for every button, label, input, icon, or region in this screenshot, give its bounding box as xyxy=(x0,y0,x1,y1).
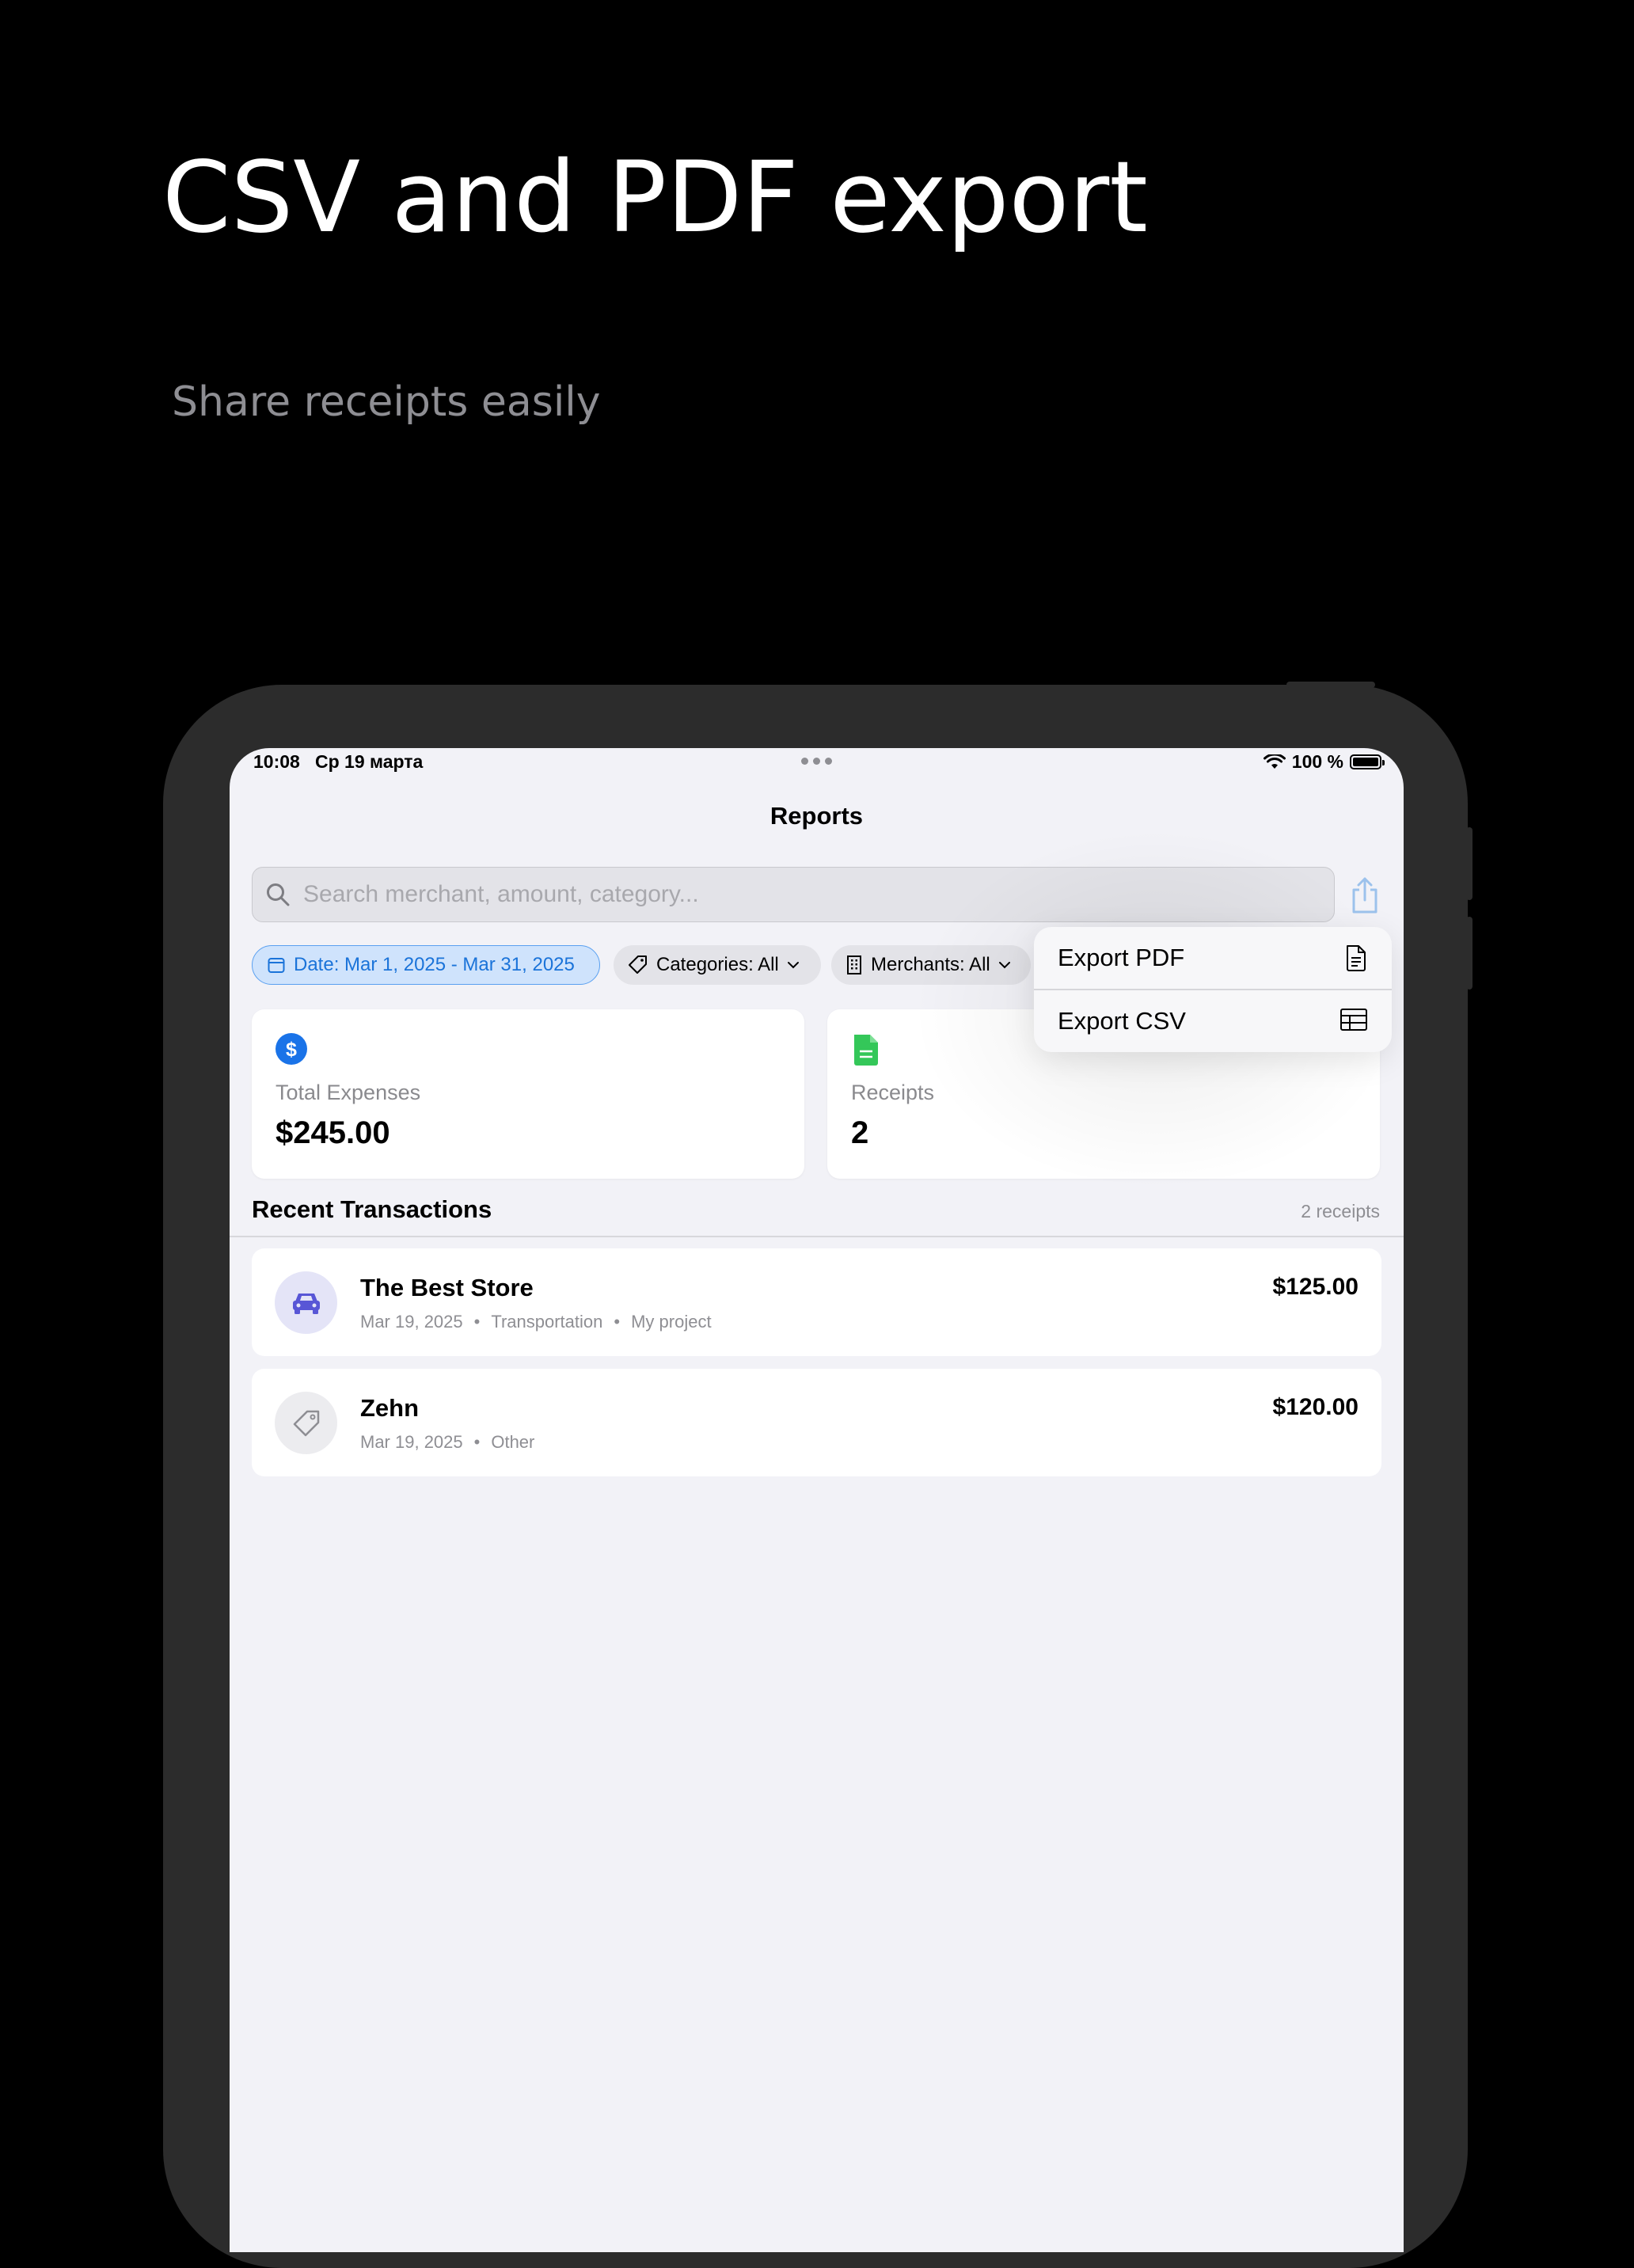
categories-filter-label: Categories: All xyxy=(656,954,779,975)
recent-transactions-title: Recent Transactions xyxy=(252,1195,492,1223)
transaction-merchant: The Best Store xyxy=(360,1274,534,1301)
transaction-avatar xyxy=(275,1392,337,1454)
transaction-row[interactable]: Zehn Mar 19, 2025 • Other $120.00 xyxy=(252,1369,1381,1476)
battery-percent: 100 % xyxy=(1291,751,1343,772)
total-expenses-card: $ Total Expenses $245.00 xyxy=(252,1009,804,1179)
promo-headline: CSV and PDF export xyxy=(162,141,1148,255)
date-filter-label: Date: Mar 1, 2025 - Mar 31, 2025 xyxy=(294,954,575,975)
promo-subline: Share receipts easily xyxy=(172,378,601,426)
export-csv-button[interactable]: Export CSV xyxy=(1034,990,1392,1052)
table-icon xyxy=(1340,1009,1367,1031)
search-bar[interactable] xyxy=(252,867,1335,922)
export-pdf-button[interactable]: Export PDF xyxy=(1034,927,1392,989)
multitasking-dots-icon[interactable] xyxy=(801,758,832,765)
merchants-filter-label: Merchants: All xyxy=(871,954,990,975)
transaction-merchant: Zehn xyxy=(360,1394,420,1422)
tag-icon xyxy=(629,955,647,974)
top-hardware-button xyxy=(1286,682,1375,688)
meta-separator: • xyxy=(473,1312,481,1332)
meta-separator: • xyxy=(473,1432,481,1452)
share-icon xyxy=(1352,877,1378,914)
transaction-amount: $125.00 xyxy=(1272,1274,1358,1300)
status-bar: 10:08 Ср 19 марта 100 % xyxy=(230,748,1404,777)
chevron-down-icon xyxy=(787,962,799,969)
transaction-category: Other xyxy=(491,1432,535,1452)
transaction-row[interactable]: The Best Store Mar 19, 2025 • Transporta… xyxy=(252,1248,1381,1356)
export-menu: Export PDF Export CSV xyxy=(1034,927,1392,1052)
svg-text:$: $ xyxy=(286,1039,297,1061)
merchants-filter-chip[interactable]: Merchants: All xyxy=(831,945,1031,985)
meta-separator: • xyxy=(614,1312,621,1332)
tag-icon xyxy=(293,1410,319,1436)
car-icon xyxy=(292,1293,320,1314)
battery-icon xyxy=(1350,754,1385,769)
volume-down-button xyxy=(1466,917,1472,990)
date-filter-chip[interactable]: Date: Mar 1, 2025 - Mar 31, 2025 xyxy=(252,945,600,985)
app-screen: 10:08 Ср 19 марта 100 % Reports Search m… xyxy=(230,748,1404,2252)
document-icon xyxy=(1347,945,1366,971)
receipts-value: 2 xyxy=(851,1115,869,1150)
export-csv-label: Export CSV xyxy=(1058,1007,1186,1035)
building-icon xyxy=(847,955,861,974)
receipts-count: 2 receipts xyxy=(1301,1201,1380,1221)
transaction-date: Mar 19, 2025 xyxy=(360,1312,463,1332)
search-input[interactable] xyxy=(302,880,1318,909)
receipt-document-icon xyxy=(854,1035,878,1066)
transaction-project: My project xyxy=(631,1312,712,1332)
wifi-icon xyxy=(1263,754,1286,769)
total-expenses-label: Total Expenses xyxy=(276,1081,421,1104)
section-divider xyxy=(230,1236,1404,1237)
page-title: Reports xyxy=(770,802,864,830)
total-expenses-value: $245.00 xyxy=(276,1115,390,1150)
search-icon xyxy=(267,883,290,906)
transaction-date: Mar 19, 2025 xyxy=(360,1432,463,1452)
transaction-meta: Mar 19, 2025 • Other xyxy=(360,1432,534,1453)
transaction-avatar xyxy=(275,1271,337,1334)
categories-filter-chip[interactable]: Categories: All xyxy=(614,945,821,985)
status-date: Ср 19 марта xyxy=(315,751,424,772)
transaction-category: Transportation xyxy=(491,1312,603,1332)
receipts-label: Receipts xyxy=(851,1081,935,1104)
chevron-down-icon xyxy=(998,962,1010,969)
status-indicators: 100 % xyxy=(1263,751,1385,773)
share-button[interactable] xyxy=(1343,873,1387,917)
transaction-meta: Mar 19, 2025 • Transportation • My proje… xyxy=(360,1312,712,1332)
volume-up-button xyxy=(1466,827,1472,900)
calendar-icon xyxy=(268,958,285,973)
status-time: 10:08 xyxy=(253,751,300,772)
export-pdf-label: Export PDF xyxy=(1058,944,1185,971)
transaction-amount: $120.00 xyxy=(1272,1394,1358,1420)
dollar-icon: $ xyxy=(276,1033,307,1065)
